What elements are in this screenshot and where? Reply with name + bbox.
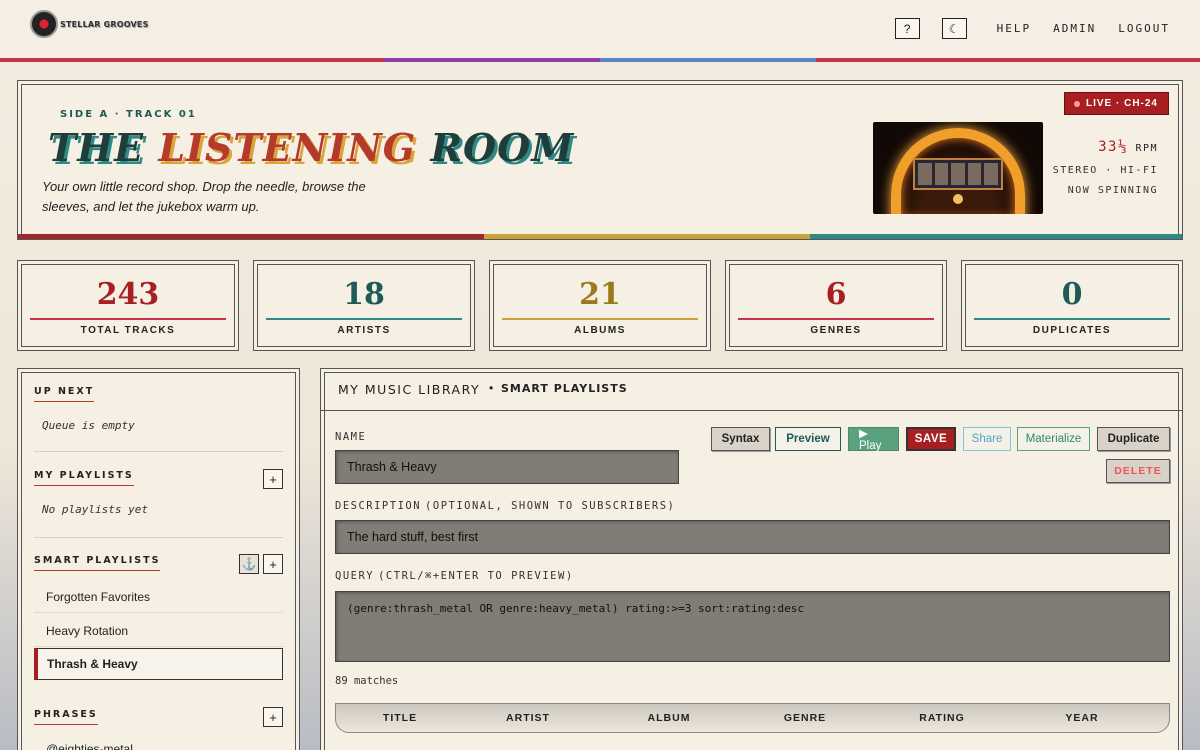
description-input[interactable]: The hard stuff, best first — [335, 520, 1170, 554]
stat-value: 0 — [1061, 277, 1083, 312]
rpm-readout: 33⅓ RPM — [1098, 139, 1158, 155]
stat-card: 21 ALBUMS — [489, 260, 711, 351]
sidebar: UP NEXT Queue is empty MY PLAYLISTS + No… — [17, 368, 300, 750]
stat-label: TOTAL TRACKS — [80, 325, 176, 336]
brand-logo[interactable]: STELLAR GROOVES — [30, 10, 149, 38]
query-textarea[interactable]: (genre:thrash_metal OR genre:heavy_metal… — [335, 591, 1170, 662]
add-playlist-button[interactable]: + — [263, 469, 283, 489]
stat-label: DUPLICATES — [1032, 325, 1112, 336]
brand-name: STELLAR GROOVES — [60, 19, 149, 29]
share-button[interactable]: Share — [963, 427, 1011, 451]
stat-card: 6 GENRES — [725, 260, 947, 351]
description-label: DESCRIPTION (OPTIONAL, SHOWN TO SUBSCRIBE… — [335, 500, 676, 512]
play-button[interactable]: ▶ Play — [848, 427, 899, 452]
phrases-heading: PHRASES — [34, 709, 98, 725]
add-smart-playlist-button[interactable]: + — [263, 554, 283, 574]
nav-logout-link[interactable]: LOGOUT — [1118, 22, 1170, 35]
results-table-header: TITLE ARTIST ALBUM GENRE RATING YEAR — [335, 703, 1170, 733]
smart-playlist-editor: MY MUSIC LIBRARY • SMART PLAYLISTS NAME … — [320, 368, 1183, 750]
top-nav: ? ☾ HELP ADMIN LOGOUT — [894, 18, 1170, 39]
column-year[interactable]: YEAR — [1020, 712, 1144, 724]
match-count: 89 matches — [335, 675, 399, 687]
stat-card: 0 DUPLICATES — [961, 260, 1183, 351]
name-input[interactable]: Thrash & Heavy — [335, 450, 679, 484]
column-rating[interactable]: RATING — [864, 712, 1020, 724]
breadcrumb-separator: • — [489, 381, 494, 395]
smart-playlists-heading: SMART PLAYLISTS — [34, 555, 161, 571]
duplicate-button[interactable]: Duplicate — [1097, 427, 1170, 451]
playlists-empty-text: No playlists yet — [42, 503, 148, 516]
column-artist[interactable]: ARTIST — [464, 712, 592, 724]
name-label: NAME — [335, 431, 367, 443]
preview-button[interactable]: Preview — [775, 427, 841, 451]
delete-button[interactable]: DELETE — [1106, 459, 1170, 483]
spec-now-spinning: NOW SPINNING — [1067, 185, 1158, 196]
smart-playlist-item-active[interactable]: Thrash & Heavy — [34, 648, 283, 680]
question-icon: ? — [903, 21, 911, 36]
moon-icon: ☾ — [948, 21, 960, 36]
live-dot-icon — [1073, 100, 1080, 107]
stat-value: 243 — [96, 277, 160, 312]
query-label: QUERY (CTRL/⌘+ENTER TO PREVIEW) — [335, 570, 574, 582]
up-next-heading: UP NEXT — [34, 386, 95, 402]
hero-panel: SIDE A · TRACK 01 THE LISTENING ROOM You… — [17, 80, 1183, 240]
rainbow-divider — [0, 58, 1200, 64]
nav-help-link[interactable]: HELP — [997, 22, 1032, 35]
stat-card: 18 ARTISTS — [253, 260, 475, 351]
materialize-button[interactable]: Materialize — [1017, 427, 1090, 451]
theme-toggle-button[interactable]: ☾ — [941, 18, 967, 39]
vinyl-record-icon — [30, 10, 58, 38]
page-title: THE LISTENING ROOM — [48, 125, 575, 170]
nav-admin-link[interactable]: ADMIN — [1053, 22, 1096, 35]
side-label: SIDE A · TRACK 01 — [60, 109, 197, 120]
queue-empty-text: Queue is empty — [42, 419, 135, 432]
phrase-item[interactable]: @eighties-metal — [34, 733, 283, 750]
smart-playlist-item[interactable]: Forgotten Favorites — [34, 581, 283, 613]
column-album[interactable]: ALBUM — [592, 712, 746, 724]
live-badge: LIVE · CH-24 — [1063, 92, 1169, 115]
tab-smart-playlists[interactable]: SMART PLAYLISTS — [501, 382, 628, 395]
stat-label: ALBUMS — [574, 325, 626, 336]
stat-label: ARTISTS — [337, 325, 391, 336]
jukebox-image — [873, 122, 1043, 214]
syntax-button[interactable]: Syntax — [711, 427, 770, 451]
save-button[interactable]: SAVE — [906, 427, 956, 451]
smart-playlist-item[interactable]: Heavy Rotation — [34, 615, 283, 647]
stat-label: GENRES — [810, 325, 862, 336]
stat-value: 6 — [825, 277, 847, 312]
stat-card: 243 TOTAL TRACKS — [17, 260, 239, 351]
column-title[interactable]: TITLE — [336, 712, 464, 724]
add-phrase-button[interactable]: + — [263, 707, 283, 727]
help-icon-button[interactable]: ? — [894, 18, 920, 39]
hero-subtitle: Your own little record shop. Drop the ne… — [42, 179, 366, 214]
tab-my-music-library[interactable]: MY MUSIC LIBRARY — [338, 382, 480, 397]
breadcrumb: MY MUSIC LIBRARY • SMART PLAYLISTS — [321, 369, 1182, 411]
my-playlists-heading: MY PLAYLISTS — [34, 470, 134, 486]
anchor-icon: ⚓ — [241, 557, 257, 571]
stat-value: 21 — [579, 277, 621, 312]
stat-value: 18 — [343, 277, 385, 312]
column-genre[interactable]: GENRE — [746, 712, 864, 724]
anchor-icon-button[interactable]: ⚓ — [239, 554, 259, 574]
top-bar: STELLAR GROOVES ? ☾ HELP ADMIN LOGOUT — [0, 0, 1200, 58]
spec-stereo: STEREO · HI-FI — [1052, 165, 1158, 176]
